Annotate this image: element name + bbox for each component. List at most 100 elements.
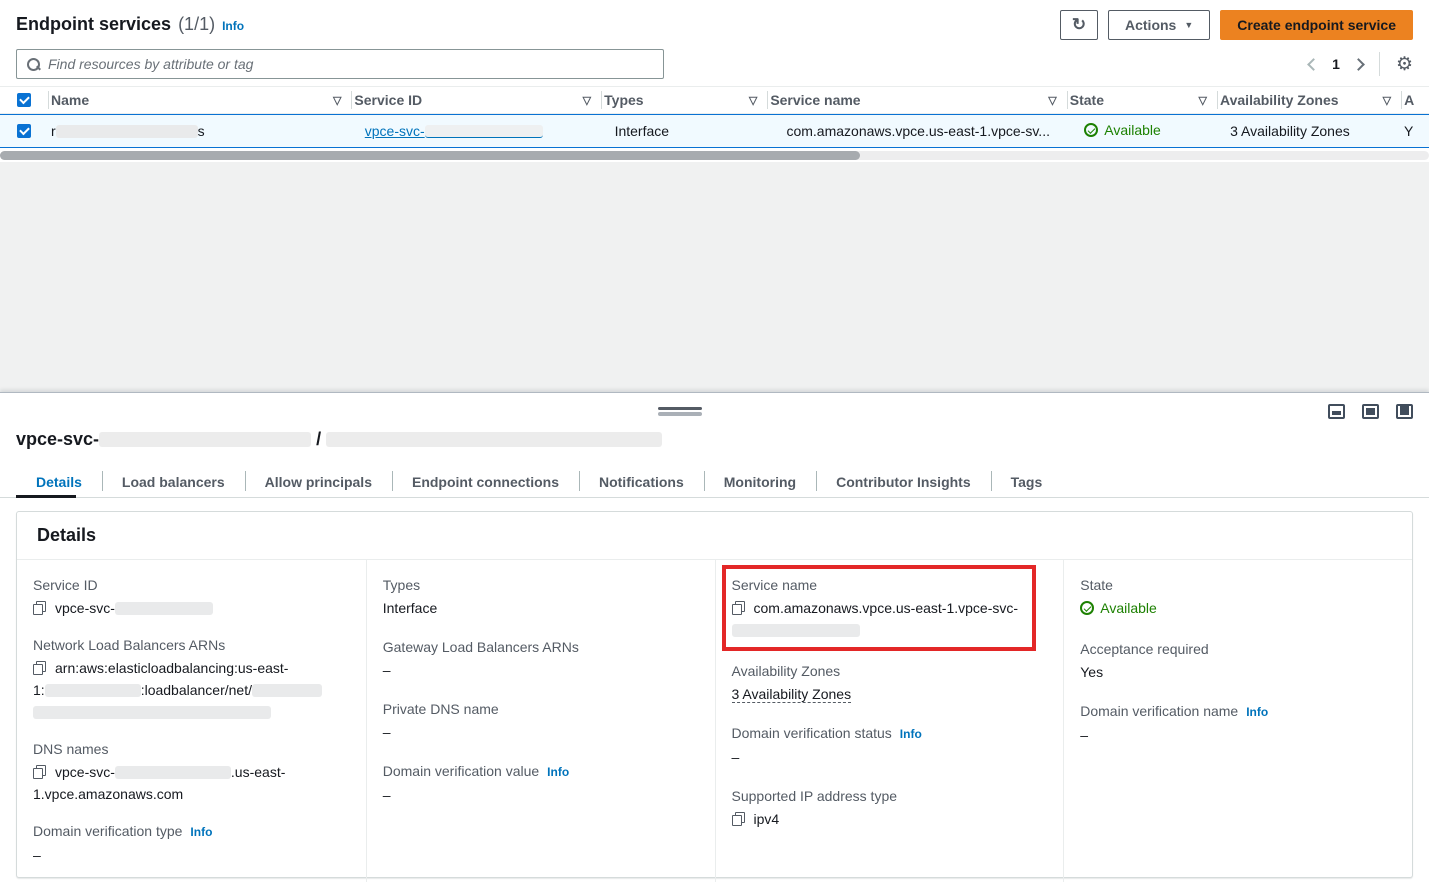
cell-availability-zones: 3 Availability Zones	[1218, 123, 1402, 139]
select-all-cell	[0, 93, 48, 107]
info-link[interactable]: Info	[900, 727, 922, 741]
refresh-button[interactable]: ↻	[1060, 10, 1098, 40]
redacted-account-id	[45, 684, 141, 697]
cell-acceptance-cut: Y	[1402, 123, 1429, 139]
field-supported-ip: Supported IP address type ipv4	[732, 786, 1048, 830]
cell-service-name: com.amazonaws.vpce.us-east-1.vpce-sv...	[768, 123, 1068, 139]
search-box[interactable]	[16, 49, 664, 79]
tab-allow-principals[interactable]: Allow principals	[245, 467, 392, 497]
info-link[interactable]: Info	[1246, 705, 1268, 719]
filter-icon[interactable]: ▽	[1048, 94, 1056, 107]
filter-icon[interactable]: ▽	[749, 94, 757, 107]
field-domain-verification-value: Domain verification valueInfo –	[383, 761, 699, 806]
column-header-availability-zones[interactable]: Availability Zones ▽	[1218, 87, 1401, 113]
field-glb-arns: Gateway Load Balancers ARNs –	[383, 637, 699, 681]
filter-icon[interactable]: ▽	[1383, 94, 1391, 107]
copy-icon[interactable]	[33, 601, 46, 615]
field-state: State Available	[1080, 575, 1396, 621]
tab-contributor-insights[interactable]: Contributor Insights	[816, 467, 991, 497]
tab-monitoring[interactable]: Monitoring	[704, 467, 816, 497]
tab-tags[interactable]: Tags	[991, 467, 1063, 497]
field-service-id: Service ID vpce-svc-	[33, 575, 350, 619]
chevron-left-icon[interactable]	[1307, 58, 1320, 71]
details-card-heading: Details	[17, 512, 1412, 560]
cell-state: Available	[1068, 122, 1218, 140]
info-link[interactable]: Info	[547, 765, 569, 779]
field-dns-names: DNS names vpce-svc-.us-east- 1.vpce.amaz…	[33, 739, 350, 805]
scrollbar-thumb[interactable]	[0, 151, 860, 160]
create-endpoint-service-button[interactable]: Create endpoint service	[1220, 10, 1413, 40]
toolbar-divider	[1379, 52, 1380, 76]
split-panel: vpce-svc- / Details Load balancers Allow…	[0, 392, 1429, 886]
resource-count: (1/1)	[178, 14, 215, 35]
filter-icon[interactable]: ▽	[333, 94, 341, 107]
field-acceptance-required: Acceptance required Yes	[1080, 639, 1396, 683]
drag-handle-icon[interactable]	[658, 407, 702, 416]
field-service-name: Service name com.amazonaws.vpce.us-east-…	[732, 575, 1026, 641]
status-available-icon	[1084, 123, 1098, 137]
details-column-1: Service ID vpce-svc- Network Load Balanc…	[17, 560, 366, 882]
title-info-link[interactable]: Info	[222, 19, 244, 33]
copy-icon[interactable]	[732, 601, 745, 615]
copy-icon[interactable]	[732, 812, 745, 826]
tab-notifications[interactable]: Notifications	[579, 467, 704, 497]
column-header-state[interactable]: State ▽	[1068, 87, 1217, 113]
availability-zones-popover[interactable]: 3 Availability Zones	[732, 686, 852, 703]
select-all-checkbox[interactable]	[17, 93, 31, 107]
service-id-link[interactable]: vpce-svc-	[365, 123, 425, 139]
actions-button-label: Actions	[1125, 17, 1176, 33]
search-input[interactable]	[48, 51, 663, 77]
info-link[interactable]: Info	[190, 825, 212, 839]
column-header-service-name[interactable]: Service name ▽	[768, 87, 1066, 113]
filter-icon[interactable]: ▽	[1199, 94, 1207, 107]
redacted-arn-tail	[33, 706, 271, 719]
column-header-service-id[interactable]: Service ID ▽	[352, 87, 601, 113]
copy-icon[interactable]	[33, 765, 46, 779]
copy-icon[interactable]	[33, 661, 46, 675]
cell-name: rs	[49, 123, 353, 139]
panel-tabs: Details Load balancers Allow principals …	[0, 467, 1429, 498]
endpoint-services-list-section: Endpoint services (1/1) Info ↻ Actions ▼…	[0, 0, 1429, 162]
panel-small-icon[interactable]	[1328, 404, 1345, 419]
field-domain-verification-type: Domain verification typeInfo –	[33, 821, 350, 866]
status-available-icon	[1080, 601, 1094, 615]
service-name-highlight-box: Service name com.amazonaws.vpce.us-east-…	[722, 565, 1036, 651]
panel-size-controls	[1328, 404, 1413, 419]
chevron-right-icon[interactable]	[1352, 58, 1365, 71]
redacted-name	[56, 125, 198, 138]
details-column-2: Types Interface Gateway Load Balancers A…	[366, 560, 715, 882]
tab-load-balancers[interactable]: Load balancers	[102, 467, 245, 497]
caret-down-icon: ▼	[1184, 20, 1193, 30]
panel-title: vpce-svc- /	[16, 429, 662, 450]
cell-types: Interface	[603, 123, 769, 139]
endpoint-services-page: Endpoint services (1/1) Info ↻ Actions ▼…	[0, 0, 1429, 886]
redacted-lb-name	[252, 684, 322, 697]
column-header-name[interactable]: Name ▽	[49, 87, 351, 113]
redacted-dns-id	[115, 766, 231, 779]
field-private-dns-name: Private DNS name –	[383, 699, 699, 743]
filter-icon[interactable]: ▽	[583, 94, 591, 107]
content-gap	[0, 162, 1429, 392]
horizontal-scrollbar	[0, 151, 1429, 160]
tab-endpoint-connections[interactable]: Endpoint connections	[392, 467, 579, 497]
create-endpoint-service-label: Create endpoint service	[1237, 17, 1396, 33]
redacted-service-name-id	[732, 624, 860, 637]
field-domain-verification-status: Domain verification statusInfo –	[732, 723, 1048, 768]
gear-icon[interactable]: ⚙	[1396, 55, 1413, 74]
actions-button[interactable]: Actions ▼	[1108, 10, 1210, 40]
cell-service-id: vpce-svc-	[353, 123, 603, 139]
redacted-service-id	[425, 125, 543, 138]
endpoint-services-table: Name ▽ Service ID ▽ Types ▽ Service name…	[0, 86, 1429, 160]
details-card: Details Service ID vpce-svc- Network Loa…	[16, 511, 1413, 878]
redacted-title-id	[99, 432, 311, 447]
redacted-service-id-value	[115, 602, 213, 615]
table-row[interactable]: rs vpce-svc- Interface com.amazonaws.vpc…	[0, 114, 1429, 148]
availability-zones-popover[interactable]: 3 Availability Zones	[1230, 123, 1350, 139]
tab-details[interactable]: Details	[16, 467, 102, 497]
refresh-icon: ↻	[1072, 15, 1086, 35]
panel-large-icon[interactable]	[1396, 404, 1413, 419]
field-types: Types Interface	[383, 575, 699, 619]
row-checkbox[interactable]	[17, 124, 31, 138]
panel-medium-icon[interactable]	[1362, 404, 1379, 419]
column-header-types[interactable]: Types ▽	[602, 87, 767, 113]
